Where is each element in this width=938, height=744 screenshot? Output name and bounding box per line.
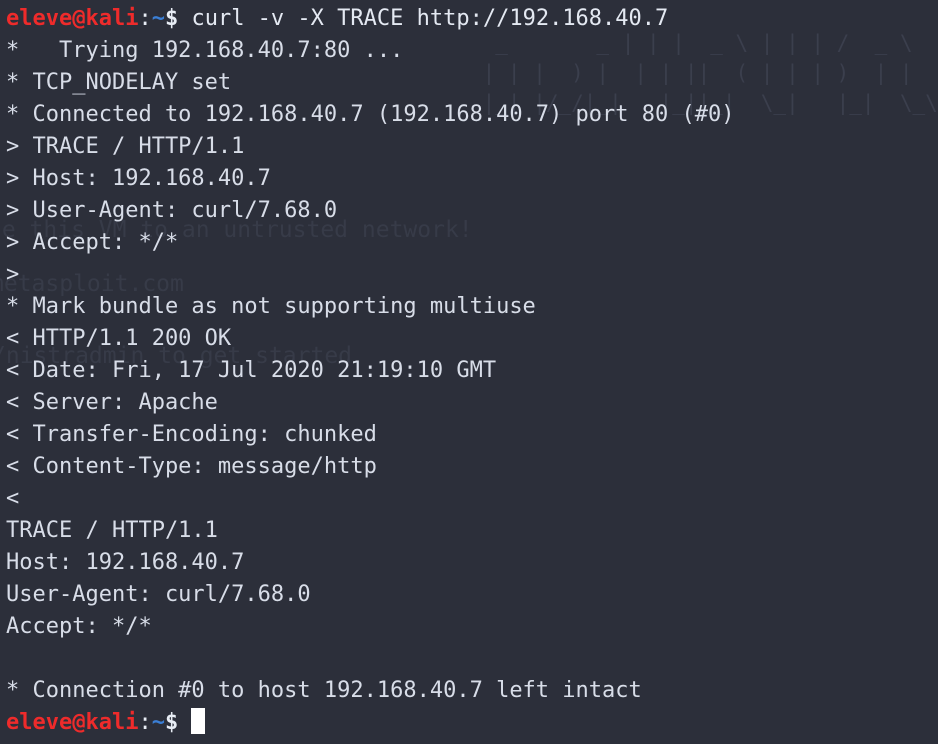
- output-line: User-Agent: curl/7.68.0: [6, 582, 311, 607]
- command-text: curl -v -X TRACE http://192.168.40.7: [191, 6, 669, 31]
- prompt-dollar: $: [164, 6, 179, 31]
- output-line: < Transfer-Encoding: chunked: [6, 422, 377, 447]
- output-line: <: [6, 486, 20, 511]
- output-line: > Accept: */*: [6, 230, 179, 255]
- prompt-path: ~: [151, 6, 165, 31]
- prompt-spacer: [178, 710, 191, 735]
- prompt-user-host: eleve@kali: [6, 6, 139, 31]
- output-line: * TCP_NODELAY set: [6, 70, 232, 95]
- prompt-user-host-2: eleve@kali: [6, 710, 139, 735]
- prompt-colon-2: :: [138, 710, 152, 735]
- output-line: < Content-Type: message/http: [6, 454, 377, 479]
- output-line: Accept: */*: [6, 614, 152, 639]
- output-line: * Mark bundle as not supporting multiuse: [6, 294, 536, 319]
- output-line: > Host: 192.168.40.7: [6, 166, 271, 191]
- prompt-path-2: ~: [151, 710, 165, 735]
- text-cursor[interactable]: [191, 708, 206, 734]
- output-line: * Trying 192.168.40.7:80 ...: [6, 38, 404, 63]
- output-line: < Date: Fri, 17 Jul 2020 21:19:10 GMT: [6, 358, 497, 383]
- output-line: >: [6, 262, 20, 287]
- output-line: < Server: Apache: [6, 390, 218, 415]
- output-line: TRACE / HTTP/1.1: [6, 518, 218, 543]
- output-line: > User-Agent: curl/7.68.0: [6, 198, 338, 223]
- output-line: < HTTP/1.1 200 OK: [6, 326, 232, 351]
- output-line: Host: 192.168.40.7: [6, 550, 245, 575]
- output-line: > TRACE / HTTP/1.1: [6, 134, 245, 159]
- output-line: * Connected to 192.168.40.7 (192.168.40.…: [6, 102, 735, 127]
- prompt-colon: :: [138, 6, 152, 31]
- command-line[interactable]: eleve@kali:~$ curl -v -X TRACE http://19…: [6, 3, 938, 35]
- prompt-dollar-2: $: [164, 710, 179, 735]
- output-line: * Connection #0 to host 192.168.40.7 lef…: [6, 678, 642, 703]
- command-output: * Trying 192.168.40.7:80 ... * TCP_NODELA…: [6, 35, 938, 707]
- active-prompt-line[interactable]: eleve@kali:~$: [6, 707, 938, 739]
- terminal-window[interactable]: _ _ | | | _ \ | | | / _ \ ) | | | | ) | …: [0, 0, 938, 744]
- terminal-screen[interactable]: eleve@kali:~$ curl -v -X TRACE http://19…: [0, 0, 938, 744]
